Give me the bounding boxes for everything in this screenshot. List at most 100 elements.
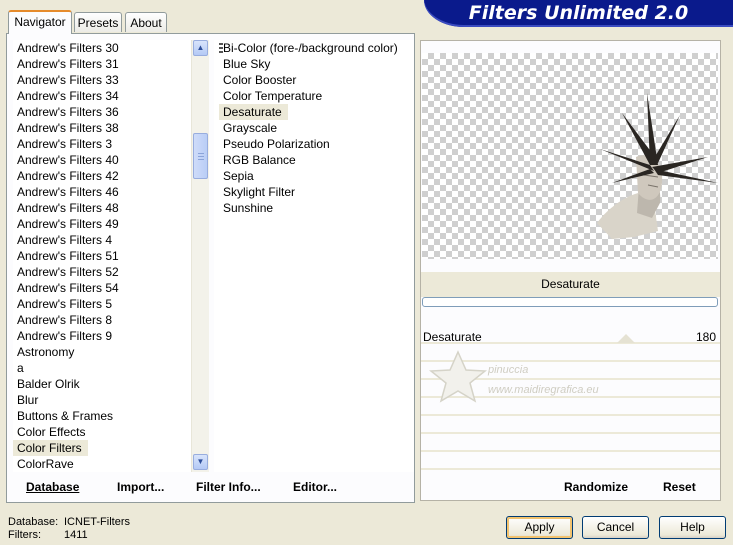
category-item[interactable]: Balder Olrik (13, 376, 191, 392)
category-row: Andrew's Filters 30 (13, 40, 191, 56)
filter-row: Desaturate (219, 104, 414, 120)
category-row: Andrew's Filters 9 (13, 328, 191, 344)
category-item[interactable]: a (13, 360, 191, 376)
filter-row: Sepia (219, 168, 414, 184)
filter-row: Skylight Filter (219, 184, 414, 200)
filters-count: 1411 (64, 529, 88, 541)
category-row: Blur (13, 392, 191, 408)
filter-row: Color Booster (219, 72, 414, 88)
preview-image (422, 53, 718, 259)
category-item[interactable]: Blur (13, 392, 191, 408)
filter-item[interactable]: Sunshine (219, 200, 414, 216)
category-item[interactable]: Andrew's Filters 5 (13, 296, 191, 312)
category-list[interactable]: Andrew's Filters 30 Andrew's Filters 31 An… (13, 40, 191, 472)
category-row: Andrew's Filters 54 (13, 280, 191, 296)
filter-row: Bi-Color (fore-/background color) (219, 40, 414, 56)
category-item[interactable]: Andrew's Filters 49 (13, 216, 191, 232)
database-value: ICNET-Filters (64, 516, 130, 528)
filter-item[interactable]: Sepia (219, 168, 414, 184)
category-item[interactable]: Andrew's Filters 42 (13, 168, 191, 184)
filter-item[interactable]: Bi-Color (fore-/background color) (219, 40, 414, 56)
category-row: Andrew's Filters 46 (13, 184, 191, 200)
category-item[interactable]: Andrew's Filters 3 (13, 136, 191, 152)
category-item[interactable]: Andrew's Filters 36 (13, 104, 191, 120)
filter-item[interactable]: Desaturate (219, 104, 288, 120)
category-row: Andrew's Filters 8 (13, 312, 191, 328)
category-item[interactable]: Andrew's Filters 52 (13, 264, 191, 280)
category-row: Andrew's Filters 33 (13, 72, 191, 88)
category-item[interactable]: Astronomy (13, 344, 191, 360)
tab-navigator[interactable]: Navigator (8, 10, 72, 34)
slider-thumb[interactable] (617, 334, 635, 343)
category-row: Andrew's Filters 31 (13, 56, 191, 72)
category-row: Andrew's Filters 36 (13, 104, 191, 120)
filter-row: Sunshine (219, 200, 414, 216)
watermark-star-icon (428, 350, 488, 403)
category-row: Andrew's Filters 5 (13, 296, 191, 312)
category-row: a (13, 360, 191, 376)
category-row: Andrew's Filters 40 (13, 152, 191, 168)
randomize-button[interactable]: Randomize (564, 480, 628, 494)
category-item[interactable]: Andrew's Filters 9 (13, 328, 191, 344)
reset-button[interactable]: Reset (663, 480, 696, 494)
editor-button[interactable]: Editor... (293, 480, 337, 494)
filter-item[interactable]: RGB Balance (219, 152, 414, 168)
category-row: Andrew's Filters 38 (13, 120, 191, 136)
category-item[interactable]: Andrew's Filters 51 (13, 248, 191, 264)
scroll-thumb[interactable] (193, 133, 208, 179)
filter-row: Grayscale (219, 120, 414, 136)
filter-item[interactable]: Pseudo Polarization (219, 136, 414, 152)
filter-list[interactable]: Bi-Color (fore-/background color) Blue Sk… (214, 40, 414, 472)
filter-item[interactable]: Blue Sky (219, 56, 414, 72)
filter-item[interactable]: Skylight Filter (219, 184, 414, 200)
category-item[interactable]: Color Effects (13, 424, 191, 440)
category-row: Balder Olrik (13, 376, 191, 392)
tab-presets[interactable]: Presets (74, 12, 122, 32)
import-button[interactable]: Import... (117, 480, 164, 494)
category-row: Andrew's Filters 52 (13, 264, 191, 280)
apply-button[interactable]: Apply (506, 516, 573, 539)
watermark-site: www.maidiregrafica.eu (488, 384, 599, 396)
filter-item[interactable]: Color Booster (219, 72, 414, 88)
category-item[interactable]: Color Filters (13, 440, 88, 456)
slider-row (421, 454, 720, 470)
category-item[interactable]: Andrew's Filters 30 (13, 40, 191, 56)
category-scrollbar[interactable]: ▲ ▼ (191, 40, 209, 472)
database-label: Database: (8, 516, 59, 528)
category-row: Andrew's Filters 51 (13, 248, 191, 264)
tab-about[interactable]: About (125, 12, 167, 32)
slider-row (421, 418, 720, 434)
slider-row (421, 436, 720, 452)
category-item[interactable]: Andrew's Filters 48 (13, 200, 191, 216)
category-item[interactable]: Andrew's Filters 34 (13, 88, 191, 104)
slider-value: 180 (695, 330, 716, 344)
category-row: Andrew's Filters 42 (13, 168, 191, 184)
category-item[interactable]: Andrew's Filters 40 (13, 152, 191, 168)
filter-row: Pseudo Polarization (219, 136, 414, 152)
filter-info-button[interactable]: Filter Info... (196, 480, 261, 494)
category-item[interactable]: Andrew's Filters 54 (13, 280, 191, 296)
category-row: Buttons & Frames (13, 408, 191, 424)
slider-desaturate[interactable]: Desaturate 180 (421, 328, 720, 344)
help-button[interactable]: Help (659, 516, 726, 539)
category-row: Andrew's Filters 4 (13, 232, 191, 248)
filter-item[interactable]: Grayscale (219, 120, 414, 136)
filter-item[interactable]: Color Temperature (219, 88, 414, 104)
category-item[interactable]: Andrew's Filters 38 (13, 120, 191, 136)
database-button[interactable]: Database (26, 480, 79, 494)
category-item[interactable]: Andrew's Filters 31 (13, 56, 191, 72)
category-item[interactable]: Buttons & Frames (13, 408, 191, 424)
scroll-up-button[interactable]: ▲ (193, 40, 208, 56)
category-item[interactable]: Andrew's Filters 8 (13, 312, 191, 328)
scroll-down-button[interactable]: ▼ (193, 454, 208, 470)
category-item[interactable]: ColorRave (13, 456, 191, 472)
category-item[interactable]: Andrew's Filters 4 (13, 232, 191, 248)
filter-title: Desaturate (421, 272, 720, 297)
category-row: Color Filters (13, 440, 191, 456)
category-row: Andrew's Filters 3 (13, 136, 191, 152)
category-item[interactable]: Andrew's Filters 33 (13, 72, 191, 88)
cancel-button[interactable]: Cancel (582, 516, 649, 539)
category-item[interactable]: Andrew's Filters 46 (13, 184, 191, 200)
category-row: ColorRave (13, 456, 191, 472)
filters-label: Filters: (8, 529, 41, 541)
